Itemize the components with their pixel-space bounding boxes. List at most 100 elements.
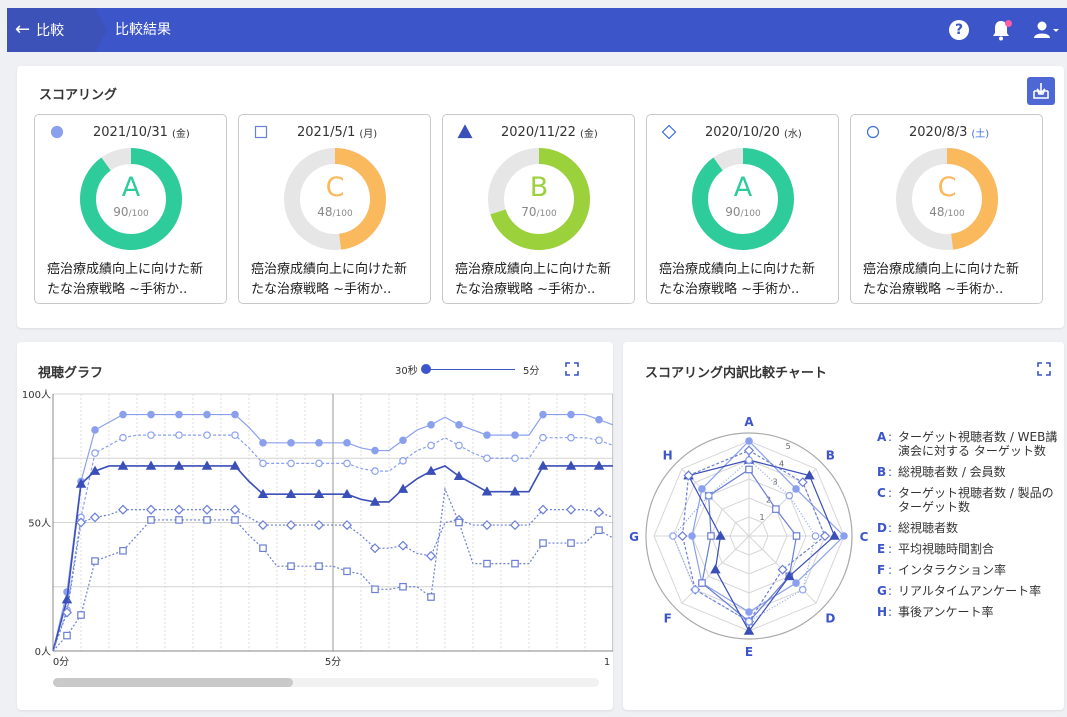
y-tick-label: 0人 (35, 646, 51, 658)
data-point (567, 539, 575, 547)
legend-text: 平均視聴時間割合 (898, 542, 995, 556)
radar-point (792, 579, 800, 587)
radar-panel: スコアリング内訳比較チャート 12345ABCDEFGH A: ターゲット視聴者数… (623, 342, 1064, 710)
radar-axis-label: C (860, 530, 869, 544)
data-point (539, 410, 547, 419)
data-point (595, 436, 603, 445)
data-point (287, 439, 295, 447)
radar-point (745, 617, 753, 626)
score-max: /100 (740, 209, 761, 219)
data-point (173, 504, 185, 515)
data-point (147, 516, 155, 524)
legend-key: G (877, 584, 887, 598)
score-value: 70/100 (487, 205, 591, 219)
radar-ring-label: 4 (779, 460, 784, 469)
score-donut: A 90/100 (691, 147, 795, 255)
marker-shape (866, 125, 880, 139)
radar-point (840, 532, 848, 540)
score-card[interactable]: 2020/11/22 (金) B 70/100 癌治療成績向上に向けた新 たな治療戦… (442, 114, 635, 304)
score-donut: B 70/100 (487, 147, 591, 255)
data-point (117, 504, 129, 515)
data-point (399, 436, 407, 445)
legend-item: B: 総視聴者数 / 会員数 (877, 465, 1062, 479)
data-point (455, 421, 463, 429)
data-point (511, 431, 519, 439)
score-number: 90 (113, 205, 129, 219)
x-tick-label: 1 (604, 657, 610, 668)
radar-point (745, 465, 753, 474)
grade-letter: A (121, 172, 141, 203)
radar-chart: 12345ABCDEFGH (629, 415, 869, 659)
scoring-title: スコアリング (39, 88, 118, 103)
radar-point (798, 585, 807, 594)
data-point (399, 457, 407, 465)
score-value: 48/100 (283, 205, 387, 219)
marker-shape (661, 124, 677, 140)
viewing-graph-panel: 視聴グラフ 30秒 5分 100人 50人 0人 0分 5分 1 (17, 342, 613, 710)
legend-colon: : (888, 486, 893, 500)
card-description: 癌治療成績向上に向けた新 たな治療戦略 ~手術か.. (47, 260, 217, 300)
data-point (483, 559, 491, 568)
score-card[interactable]: 2021/5/1 (月) C 48/100 癌治療成績向上に向けた新 たな治療戦略 … (238, 114, 431, 304)
score-card[interactable]: 2020/10/20 (水) A 90/100 癌治療成績向上に向けた新 たな治療戦… (646, 114, 839, 304)
data-point (343, 459, 351, 468)
score-number: 48 (317, 205, 333, 219)
data-point (371, 446, 379, 455)
radar-point (698, 579, 706, 587)
data-point (287, 562, 295, 570)
radar-point (792, 532, 801, 540)
bell-icon[interactable] (991, 19, 1012, 41)
legend-text: 事後アンケート率 (898, 605, 994, 619)
data-point (427, 441, 435, 450)
legend-text: インタラクション率 (898, 563, 1007, 577)
fullscreen-icon[interactable] (1037, 362, 1051, 376)
data-point (343, 567, 351, 576)
data-point (175, 410, 183, 419)
radar-point (785, 491, 794, 500)
data-point (77, 611, 85, 619)
data-point (567, 433, 575, 442)
radar-point (704, 491, 713, 500)
score-donut: C 48/100 (895, 147, 999, 255)
card-header: 2020/11/22 (金) (457, 124, 634, 140)
back-label[interactable]: 比較 (36, 20, 64, 40)
legend-key: A (877, 430, 887, 444)
scoring-panel: スコアリング 2021/10/31 (金) A 90/100 癌治療成績向上に向け… (17, 66, 1064, 328)
download-button[interactable] (1027, 77, 1055, 105)
score-donut: C 48/100 (283, 147, 387, 255)
legend-colon: : (888, 542, 893, 556)
data-point (371, 585, 379, 594)
data-point (455, 518, 463, 527)
download-icon[interactable] (1027, 77, 1055, 105)
data-point (567, 410, 575, 419)
data-point (201, 504, 213, 515)
graph-scrollbar[interactable] (53, 678, 599, 687)
viewing-line-chart: 100人 50人 0人0分 5分 1 (22, 389, 613, 668)
radar-axis-label: F (664, 611, 672, 625)
desc-line-1: 癌治療成績向上に向けた新 (659, 262, 816, 277)
graph-scrollbar-thumb[interactable] (53, 678, 293, 687)
score-card[interactable]: 2020/8/3 (土) C 48/100 癌治療成績向上に向けた新 たな治療戦略 … (850, 114, 1043, 304)
card-weekday: (金) (171, 128, 190, 140)
x-tick-label: 5分 (325, 656, 341, 668)
data-point (89, 512, 101, 523)
data-point (483, 454, 491, 463)
grade-letter: B (529, 172, 549, 203)
data-point (565, 504, 577, 515)
legend-item: E: 平均視聴時間割合 (877, 542, 1062, 556)
legend-text: ターゲット視聴者数 / 製品のターゲット数 (898, 486, 1054, 514)
data-point (315, 459, 323, 468)
legend-key: C (877, 486, 886, 500)
data-point (343, 439, 351, 447)
user-menu-icon[interactable] (1033, 20, 1059, 40)
data-point (147, 410, 155, 419)
score-card[interactable]: 2021/10/31 (金) A 90/100 癌治療成績向上に向けた新 たな治療戦… (34, 114, 227, 304)
card-date: 2020/8/3 (909, 124, 968, 140)
card-description: 癌治療成績向上に向けた新 たな治療戦略 ~手術か.. (251, 260, 421, 300)
data-point (203, 431, 211, 439)
legend-colon: : (888, 465, 893, 479)
data-point (511, 454, 519, 463)
help-icon[interactable]: ? (949, 20, 969, 40)
arrow-left-icon[interactable]: ← (15, 8, 30, 52)
breadcrumb-back[interactable]: ← 比較 (7, 8, 97, 52)
